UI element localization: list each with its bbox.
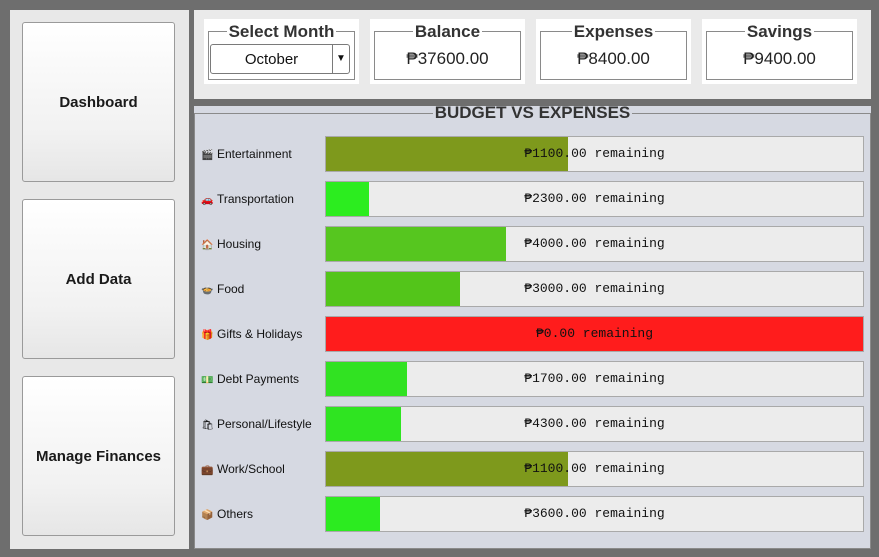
budget-title: BUDGET VS EXPENSES xyxy=(434,103,631,122)
expenses-card: Expenses ₱8400.00 xyxy=(536,19,691,84)
category-label: 🛍 Personal/Lifestyle xyxy=(201,406,312,442)
category-name: Entertainment xyxy=(217,147,292,161)
expenses-label: Expenses xyxy=(573,22,654,41)
budget-row: 🚗 Transportation ₱2300.00 remaining xyxy=(194,181,871,217)
category-label: 🍲 Food xyxy=(201,271,244,307)
savings-value: ₱9400.00 xyxy=(743,49,816,68)
sidebar: Dashboard Add Data Manage Finances xyxy=(10,10,189,549)
savings-label: Savings xyxy=(746,22,813,41)
food-icon: 🍲 xyxy=(201,285,214,296)
expenses-value: ₱8400.00 xyxy=(577,49,650,68)
progress-bar: ₱4000.00 remaining xyxy=(325,226,864,262)
category-label: 🎁 Gifts & Holidays xyxy=(201,316,302,352)
shopping-icon: 🛍 xyxy=(201,420,214,431)
manage-finances-button[interactable]: Manage Finances xyxy=(22,376,175,536)
remaining-text: ₱3600.00 remaining xyxy=(524,506,665,521)
add-data-button[interactable]: Add Data xyxy=(22,199,175,359)
progress-bar: ₱1700.00 remaining xyxy=(325,361,864,397)
budget-row: 🛍 Personal/Lifestyle ₱4300.00 remaining xyxy=(194,406,871,442)
gift-icon: 🎁 xyxy=(201,330,214,341)
progress-bar: ₱4300.00 remaining xyxy=(325,406,864,442)
briefcase-icon: 💼 xyxy=(201,465,214,476)
category-label: 💼 Work/School xyxy=(201,451,285,487)
savings-card: Savings ₱9400.00 xyxy=(702,19,857,84)
budget-panel: BUDGET VS EXPENSES 🎬 Entertainment ₱1100.0… xyxy=(194,103,871,549)
category-label: 🎬 Entertainment xyxy=(201,136,292,172)
remaining-text: ₱1100.00 remaining xyxy=(524,146,665,161)
dashboard-button[interactable]: Dashboard xyxy=(22,22,175,182)
category-name: Debt Payments xyxy=(217,372,300,386)
clapper-icon: 🎬 xyxy=(201,150,214,161)
balance-value: ₱37600.00 xyxy=(406,49,489,68)
category-name: Housing xyxy=(217,237,262,251)
budget-row: 🏠 Housing ₱4000.00 remaining xyxy=(194,226,871,262)
category-label: 💵 Debt Payments xyxy=(201,361,299,397)
progress-bar: ₱2300.00 remaining xyxy=(325,181,864,217)
remaining-text: ₱4300.00 remaining xyxy=(524,416,665,431)
remaining-text: ₱0.00 remaining xyxy=(535,326,654,341)
box-icon: 📦 xyxy=(201,510,214,521)
progress-bar: ₱1100.00 remaining xyxy=(325,451,864,487)
remaining-text: ₱2300.00 remaining xyxy=(524,191,665,206)
remaining-text: ₱4000.00 remaining xyxy=(524,236,665,251)
progress-bar: ₱0.00 remaining xyxy=(325,316,864,352)
month-select[interactable]: October ▼ xyxy=(210,44,350,74)
budget-row: 🎬 Entertainment ₱1100.00 remaining xyxy=(194,136,871,172)
progress-bar: ₱1100.00 remaining xyxy=(325,136,864,172)
budget-row: 📦 Others ₱3600.00 remaining xyxy=(194,496,871,532)
category-name: Others xyxy=(217,507,254,521)
house-icon: 🏠 xyxy=(201,240,214,251)
category-label: 🏠 Housing xyxy=(201,226,261,262)
budget-row: 💵 Debt Payments ₱1700.00 remaining xyxy=(194,361,871,397)
category-name: Transportation xyxy=(217,192,294,206)
remaining-text: ₱1700.00 remaining xyxy=(524,371,665,386)
category-label: 🚗 Transportation xyxy=(201,181,294,217)
month-select-value: October xyxy=(244,51,299,68)
balance-card: Balance ₱37600.00 xyxy=(370,19,525,84)
remaining-text: ₱1100.00 remaining xyxy=(524,461,665,476)
progress-bar: ₱3600.00 remaining xyxy=(325,496,864,532)
remaining-text: ₱3000.00 remaining xyxy=(524,281,665,296)
dropdown-arrow-icon[interactable]: ▼ xyxy=(332,45,349,73)
category-label: 📦 Others xyxy=(201,496,253,532)
month-card: Select Month October ▼ xyxy=(204,19,359,84)
category-name: Personal/Lifestyle xyxy=(217,417,312,431)
category-name: Food xyxy=(217,282,245,296)
summary-panel: Select Month October ▼ Balance ₱37600.00… xyxy=(194,10,871,99)
budget-row: 💼 Work/School ₱1100.00 remaining xyxy=(194,451,871,487)
balance-label: Balance xyxy=(414,22,481,41)
car-icon: 🚗 xyxy=(201,195,214,206)
budget-row: 🎁 Gifts & Holidays ₱0.00 remaining xyxy=(194,316,871,352)
progress-bar: ₱3000.00 remaining xyxy=(325,271,864,307)
category-name: Gifts & Holidays xyxy=(217,327,303,341)
money-icon: 💵 xyxy=(201,375,214,386)
month-label: Select Month xyxy=(228,22,335,41)
budget-row: 🍲 Food ₱3000.00 remaining xyxy=(194,271,871,307)
category-name: Work/School xyxy=(217,462,285,476)
